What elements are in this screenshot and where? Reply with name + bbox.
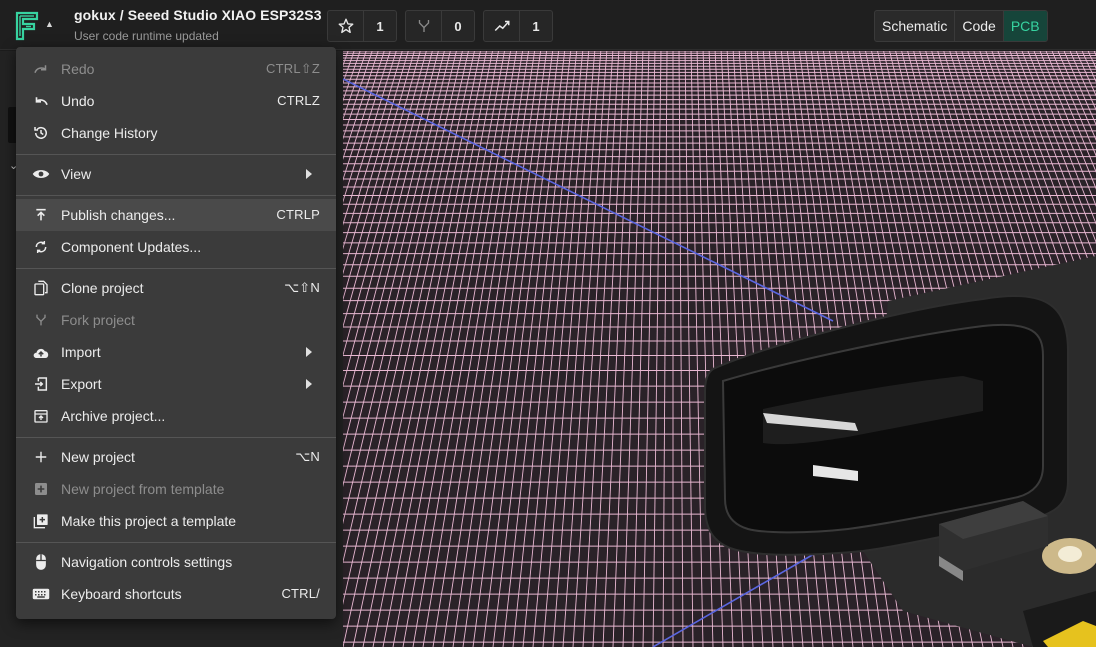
menu-item-view[interactable]: View (16, 158, 336, 190)
archive-icon (32, 408, 50, 424)
plus-icon (32, 449, 50, 465)
menu-item-publish[interactable]: Publish changes... CTRLP (16, 199, 336, 231)
menu-label: Export (61, 376, 101, 392)
menu-label: New project from template (61, 481, 224, 497)
star-icon (328, 11, 364, 41)
menu-item-new-project[interactable]: New project ⌥N (16, 441, 336, 473)
menu-label: Undo (61, 93, 94, 109)
project-title[interactable]: gokux / Seeed Studio XIAO ESP32S3 (74, 7, 322, 23)
history-icon (32, 125, 50, 141)
redo-icon (32, 61, 50, 77)
menu-label: Navigation controls settings (61, 554, 232, 570)
menu-label: New project (61, 449, 135, 465)
cloud-upload-icon (32, 344, 50, 360)
menu-shortcut: CTRLZ (277, 93, 320, 108)
menu-label: Import (61, 344, 101, 360)
menu-label: Fork project (61, 312, 135, 328)
usb-c-connector-model (343, 51, 1096, 647)
fork-icon (32, 312, 50, 328)
mouse-icon (32, 554, 50, 570)
keyboard-icon (32, 586, 50, 602)
menu-shortcut: ⌥N (295, 449, 320, 465)
project-status: User code runtime updated (74, 29, 219, 43)
menu-label: Change History (61, 125, 158, 141)
menu-item-archive[interactable]: Archive project... (16, 400, 336, 432)
add-box-icon (32, 481, 50, 497)
eye-icon (32, 166, 50, 182)
trending-count: 1 (520, 11, 552, 41)
submenu-arrow-icon (306, 169, 312, 179)
star-count: 1 (364, 11, 396, 41)
menu-shortcut: ⌥⇧N (284, 280, 320, 296)
submenu-arrow-icon (306, 379, 312, 389)
menu-item-clone[interactable]: Clone project ⌥⇧N (16, 272, 336, 304)
export-icon (32, 376, 50, 392)
menu-divider (16, 154, 336, 155)
menu-label: Clone project (61, 280, 144, 296)
menu-item-make-template[interactable]: Make this project a template (16, 505, 336, 537)
menu-divider (16, 437, 336, 438)
project-menu: Redo CTRL⇧Z Undo CTRLZ Change History Vi… (16, 47, 336, 619)
menu-label: Redo (61, 61, 94, 77)
menu-item-fork[interactable]: Fork project (16, 304, 336, 336)
trending-button[interactable]: 1 (483, 10, 553, 42)
menu-item-change-history[interactable]: Change History (16, 117, 336, 149)
menu-shortcut: CTRL/ (281, 586, 320, 601)
fork-button[interactable]: 0 (405, 10, 475, 42)
menu-divider (16, 268, 336, 269)
app-logo-icon[interactable] (14, 10, 42, 42)
tab-code[interactable]: Code (955, 11, 1003, 41)
undo-icon (32, 93, 50, 109)
fork-count: 0 (442, 11, 474, 41)
tab-schematic[interactable]: Schematic (875, 11, 955, 41)
menu-label: Component Updates... (61, 239, 201, 255)
menu-shortcut: CTRL⇧Z (266, 61, 320, 77)
menu-label: Keyboard shortcuts (61, 586, 182, 602)
tab-pcb[interactable]: PCB (1004, 11, 1047, 41)
top-bar: ▲ gokux / Seeed Studio XIAO ESP32S3 User… (0, 0, 1096, 50)
menu-item-undo[interactable]: Undo CTRLZ (16, 85, 336, 117)
menu-shortcut: CTRLP (276, 207, 320, 222)
menu-label: Make this project a template (61, 513, 236, 529)
menu-divider (16, 195, 336, 196)
sync-icon (32, 239, 50, 255)
copy-icon (32, 280, 50, 296)
menu-divider (16, 542, 336, 543)
fork-icon (406, 11, 442, 41)
menu-label: View (61, 166, 91, 182)
submenu-arrow-icon (306, 347, 312, 357)
view-tabs: Schematic Code PCB (874, 10, 1048, 42)
menu-label: Archive project... (61, 408, 165, 424)
menu-item-keyboard-shortcuts[interactable]: Keyboard shortcuts CTRL/ (16, 578, 336, 610)
menu-item-new-from-template[interactable]: New project from template (16, 473, 336, 505)
trending-icon (484, 11, 520, 41)
pcb-3d-viewport[interactable] (343, 51, 1096, 647)
menu-item-component-updates[interactable]: Component Updates... (16, 231, 336, 263)
publish-icon (32, 207, 50, 223)
menu-item-export[interactable]: Export (16, 368, 336, 400)
library-add-icon (32, 513, 50, 529)
menu-item-navigation-settings[interactable]: Navigation controls settings (16, 546, 336, 578)
menu-item-import[interactable]: Import (16, 336, 336, 368)
menu-item-redo[interactable]: Redo CTRL⇧Z (16, 53, 336, 85)
menu-label: Publish changes... (61, 207, 175, 223)
logo-menu-caret-icon[interactable]: ▲ (45, 19, 54, 29)
star-button[interactable]: 1 (327, 10, 397, 42)
